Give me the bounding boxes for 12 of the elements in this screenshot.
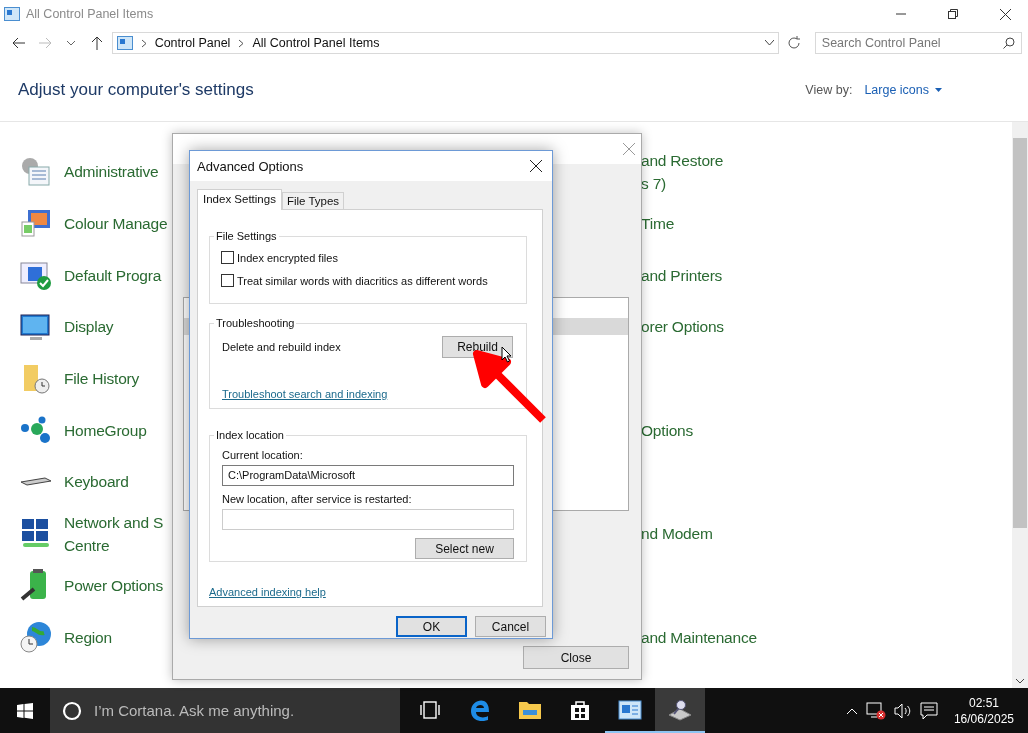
group-title: Index location <box>215 429 285 441</box>
page-heading: Adjust your computer's settings <box>18 79 254 100</box>
checkbox-label: Index encrypted files <box>237 251 338 264</box>
view-by-label: View by: <box>805 82 853 97</box>
dialog-title: Advanced Options <box>197 158 304 174</box>
window-title: All Control Panel Items <box>26 7 155 21</box>
field-label: New location, after service is restarted: <box>222 493 413 505</box>
group-title: Troubleshooting <box>215 317 296 329</box>
checkbox-label: Treat similar words with diacritics as different words <box>237 274 488 287</box>
group-title: File Settings <box>215 230 278 242</box>
field-label: Current location: <box>222 449 304 461</box>
rebuild-description: Delete and rebuild index <box>222 341 341 353</box>
